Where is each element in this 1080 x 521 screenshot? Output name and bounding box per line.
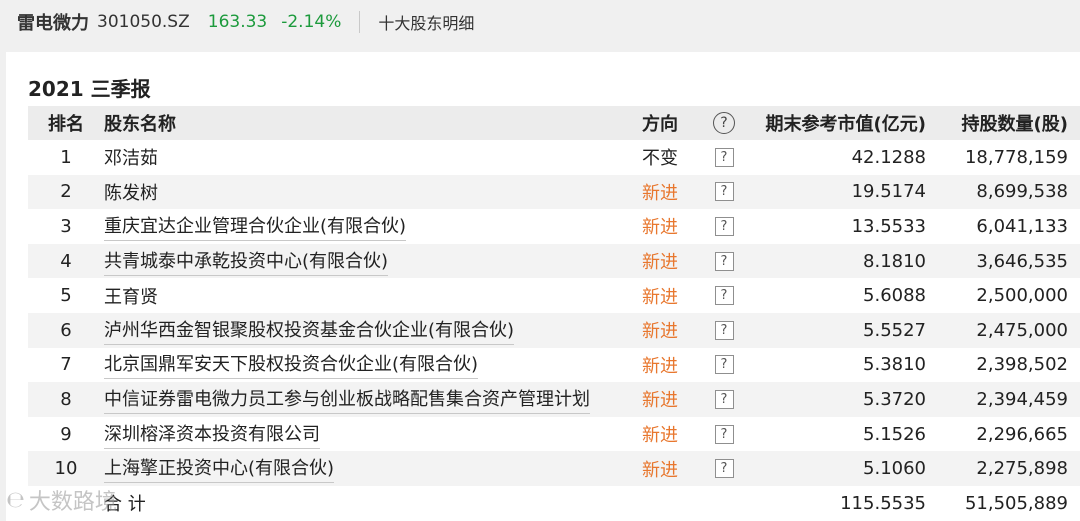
row-direction: 新进	[642, 355, 678, 377]
row-shares: 2,296,665	[976, 423, 1068, 445]
row-shares: 6,041,133	[976, 215, 1068, 237]
row-market-value: 5.1060	[863, 458, 926, 480]
table-row[interactable]: 6 泸州华西金智银聚股权投资基金合伙企业(有限合伙) 新进? 5.5527 2,475,…	[28, 313, 1080, 348]
divider	[359, 11, 361, 33]
table-row[interactable]: 9 深圳榕泽资本投资有限公司 新进? 5.1526 2,296,665	[28, 417, 1080, 452]
table-row[interactable]: 2 陈发树 新进? 19.5174 8,699,538	[28, 174, 1080, 210]
help-box-icon[interactable]: ?	[714, 320, 734, 340]
row-direction: 不变	[642, 148, 678, 170]
row-market-value: 5.5527	[863, 319, 926, 341]
row-direction: 新进	[642, 286, 678, 308]
total-market-value: 115.5535	[840, 492, 926, 514]
row-rank: 2	[60, 181, 72, 203]
stock-name: 雷电微力	[17, 13, 89, 34]
row-market-value: 5.3720	[863, 388, 926, 410]
stock-price: 163.33	[207, 12, 268, 32]
row-market-value: 13.5533	[851, 215, 926, 237]
row-direction: 新进	[642, 321, 678, 343]
row-market-value: 8.1810	[863, 250, 926, 272]
row-shares: 2,394,459	[976, 388, 1068, 410]
col-direction: 方向	[642, 114, 678, 135]
row-direction: 新进	[642, 459, 678, 481]
col-shares: 持股数量(股)	[961, 114, 1068, 135]
col-rank: 排名	[48, 114, 84, 135]
col-market-value: 期末参考市值(亿元)	[765, 114, 926, 135]
row-direction: 新进	[642, 390, 678, 412]
watermark: ℮ 大数路境	[6, 484, 117, 516]
holder-name[interactable]: 上海擎正投资中心(有限合伙)	[104, 454, 335, 484]
table-row[interactable]: 4 共青城泰中承乾投资中心(有限合伙) 新进? 8.1810 3,646,535	[28, 243, 1080, 279]
stock-header-bar: 雷电微力 301050.SZ 163.33 -2.14% 十大股东明细	[0, 0, 1080, 44]
holder-name[interactable]: 重庆宜达企业管理合伙企业(有限合伙)	[104, 212, 407, 241]
col-name: 股东名称	[104, 114, 176, 135]
table-row[interactable]: 10 上海擎正投资中心(有限合伙) 新进? 5.1060 2,275,898	[28, 451, 1080, 486]
row-rank: 1	[60, 146, 72, 168]
holder-name[interactable]: 王育贤	[104, 283, 158, 309]
watermark-logo-icon: ℮	[6, 487, 25, 513]
row-market-value: 42.1288	[851, 146, 926, 168]
table-row[interactable]: 5 王育贤 新进? 5.6088 2,500,000	[28, 278, 1080, 313]
help-box-icon[interactable]: ?	[714, 459, 734, 479]
row-market-value: 5.3810	[863, 354, 926, 376]
row-shares: 2,475,000	[976, 319, 1068, 341]
row-rank: 7	[60, 354, 72, 376]
holders-panel: 2021 三季报 排名 股东名称 方向 ? 期末参考市值(亿元) 持股数量(股)…	[6, 52, 1080, 521]
row-rank: 5	[60, 285, 72, 307]
table-row[interactable]: 8 中信证券雷电微力员工参与创业板战略配售集合资产管理计划 新进? 5.3720 2,3…	[28, 382, 1080, 417]
help-box-icon[interactable]: ?	[714, 251, 734, 271]
row-shares: 18,778,159	[964, 146, 1068, 168]
tab-top10-holders[interactable]: 十大股东明细	[378, 10, 474, 34]
row-shares: 8,699,538	[976, 181, 1068, 203]
row-shares: 2,500,000	[976, 285, 1068, 307]
row-market-value: 5.6088	[863, 285, 926, 307]
holder-name[interactable]: 中信证券雷电微力员工参与创业板战略配售集合资产管理计划	[104, 385, 590, 414]
row-rank: 4	[60, 250, 72, 272]
row-rank: 9	[60, 423, 72, 445]
row-direction: 新进	[642, 252, 678, 274]
stock-change: -2.14%	[281, 12, 342, 32]
holder-name[interactable]: 北京国鼎军安天下股权投资合伙企业(有限合伙)	[104, 350, 479, 380]
help-box-icon[interactable]: ?	[714, 286, 734, 306]
row-rank: 6	[60, 319, 72, 341]
watermark-text: 大数路境	[28, 490, 117, 515]
holder-name[interactable]: 共青城泰中承乾投资中心(有限合伙)	[104, 247, 389, 276]
help-icon[interactable]: ?	[713, 112, 735, 134]
row-shares: 3,646,535	[976, 250, 1068, 272]
total-shares: 51,505,889	[964, 492, 1068, 514]
row-direction: 新进	[642, 217, 678, 239]
row-shares: 2,275,898	[976, 458, 1068, 480]
help-box-icon[interactable]: ?	[714, 147, 734, 167]
help-box-icon[interactable]: ?	[714, 182, 734, 202]
holder-name[interactable]: 深圳榕泽资本投资有限公司	[104, 420, 320, 449]
row-rank: 3	[60, 215, 72, 237]
table-header: 排名 股东名称 方向 ? 期末参考市值(亿元) 持股数量(股)	[28, 106, 1080, 140]
table-row[interactable]: 3 重庆宜达企业管理合伙企业(有限合伙) 新进? 13.5533 6,041,133	[28, 209, 1080, 244]
holder-name[interactable]: 邓洁茹	[104, 144, 158, 170]
row-rank: 10	[54, 458, 78, 480]
help-box-icon[interactable]: ?	[714, 216, 734, 236]
row-market-value: 5.1526	[863, 423, 926, 445]
row-shares: 2,398,502	[976, 354, 1068, 376]
help-box-icon[interactable]: ?	[714, 355, 734, 375]
row-rank: 8	[60, 388, 72, 410]
period-title: 2021 三季报	[28, 77, 151, 101]
help-box-icon[interactable]: ?	[714, 389, 734, 409]
row-market-value: 19.5174	[851, 181, 926, 203]
total-row: 合 计 115.5535 51,505,889	[28, 486, 1080, 520]
stock-code: 301050.SZ	[97, 12, 190, 32]
help-box-icon[interactable]: ?	[714, 424, 734, 444]
row-direction: 新进	[642, 182, 678, 204]
holder-name[interactable]: 泸州华西金智银聚股权投资基金合伙企业(有限合伙)	[104, 316, 515, 345]
table-row[interactable]: 7 北京国鼎军安天下股权投资合伙企业(有限合伙) 新进? 5.3810 2,398,50…	[28, 348, 1080, 383]
row-direction: 新进	[642, 425, 678, 447]
table-row[interactable]: 1 邓洁茹 不变? 42.1288 18,778,159	[28, 140, 1080, 175]
holder-name[interactable]: 陈发树	[104, 179, 158, 205]
